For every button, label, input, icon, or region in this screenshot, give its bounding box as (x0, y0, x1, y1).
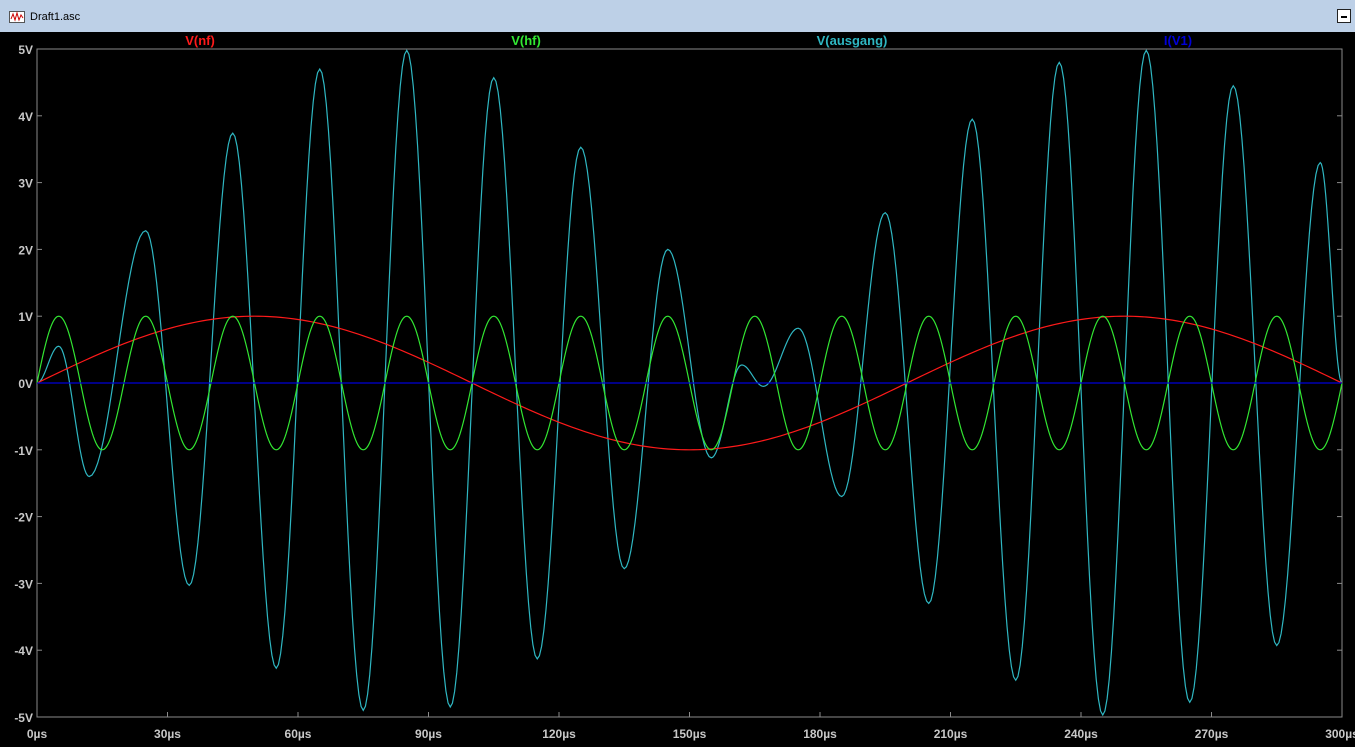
plot-area[interactable]: 5V 4V 3V 2V 1V 0V -1V -2V -3V -4V -5V 0µs 30µs 60µs 90… (0, 32, 1355, 747)
x-tick-label: 60µs (285, 727, 312, 741)
x-tick-label: 30µs (154, 727, 181, 741)
x-tick-label: 0µs (27, 727, 48, 741)
x-tick-label: 210µs (934, 727, 968, 741)
window-titlebar: Draft1.asc (0, 0, 1355, 32)
x-tick-label: 180µs (803, 727, 837, 741)
y-tick-label: 3V (18, 177, 33, 191)
y-tick-label: 0V (18, 377, 33, 391)
minimize-button[interactable] (1337, 9, 1351, 23)
x-tick-label: 120µs (542, 727, 576, 741)
x-tick-label: 240µs (1064, 727, 1098, 741)
y-tick-label: 4V (18, 110, 33, 124)
y-tick-label: 1V (18, 310, 33, 324)
y-tick-label: 2V (18, 243, 33, 257)
x-tick-label: 150µs (673, 727, 707, 741)
y-tick-label: -4V (14, 644, 33, 658)
waveform-chart[interactable]: 5V 4V 3V 2V 1V 0V -1V -2V -3V -4V -5V 0µs 30µs 60µs 90… (0, 32, 1355, 747)
legend-label-i-v1[interactable]: I(V1) (1164, 33, 1192, 48)
y-tick-label: 5V (18, 43, 33, 57)
y-tick-label: -2V (14, 511, 33, 525)
legend-label-v-nf[interactable]: V(nf) (185, 33, 215, 48)
y-tick-label: -3V (14, 577, 33, 591)
y-tick-label: -1V (14, 444, 33, 458)
x-tick-label: 300µs (1325, 727, 1355, 741)
x-tick-label: 270µs (1195, 727, 1229, 741)
window-title: Draft1.asc (30, 11, 81, 23)
waveform-plot-icon (9, 11, 25, 23)
y-tick-label: -5V (14, 711, 33, 725)
legend-label-v-ausgang[interactable]: V(ausgang) (817, 33, 888, 48)
legend-label-v-hf[interactable]: V(hf) (511, 33, 541, 48)
x-tick-label: 90µs (415, 727, 442, 741)
